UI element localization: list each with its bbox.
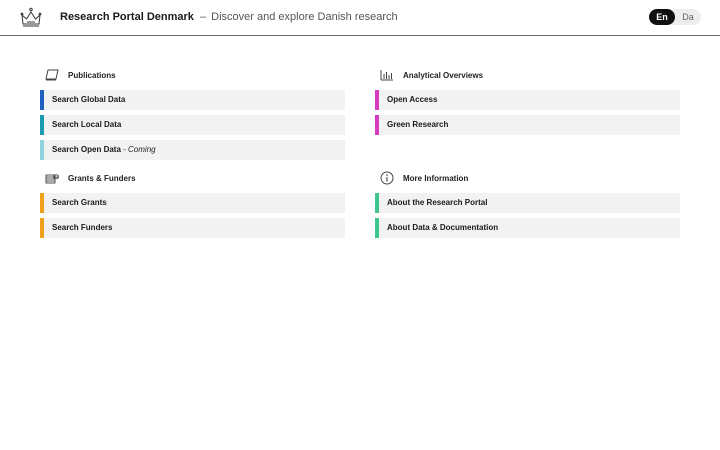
link-label: Open Access [387, 95, 438, 104]
section-header-grants: Grants & Funders [40, 169, 345, 187]
link-label: Green Research [387, 120, 449, 129]
left-column: Publications Search Global Data Search L… [40, 66, 345, 243]
money-stack-icon [44, 170, 60, 186]
link-open-access[interactable]: Open Access [375, 90, 680, 110]
link-label: Search Local Data [52, 120, 122, 129]
section-title-grants: Grants & Funders [68, 173, 136, 183]
accent-bar [375, 90, 379, 110]
accent-bar [375, 115, 379, 135]
site-brand[interactable]: Research Portal Denmark – Discover and e… [60, 11, 398, 23]
link-label: Search Grants [52, 198, 107, 207]
section-title-publications: Publications [68, 70, 116, 80]
site-title: Research Portal Denmark [60, 11, 194, 23]
accent-bar [375, 218, 379, 238]
section-title-analytical: Analytical Overviews [403, 70, 484, 80]
section-header-info: More Information [375, 169, 680, 187]
link-search-open-data[interactable]: Search Open Data - Coming [40, 140, 345, 160]
site-tagline: Discover and explore Danish research [211, 11, 398, 23]
link-search-local-data[interactable]: Search Local Data [40, 115, 345, 135]
link-green-research[interactable]: Green Research [375, 115, 680, 135]
link-label: About the Research Portal [387, 198, 488, 207]
accent-bar [40, 90, 44, 110]
accent-bar [375, 193, 379, 213]
accent-bar [40, 193, 44, 213]
language-option-da[interactable]: Da [675, 9, 701, 25]
accent-bar [40, 140, 44, 160]
link-label: Search Open Data [52, 145, 121, 154]
title-separator: – [199, 11, 207, 23]
accent-bar [40, 218, 44, 238]
link-label: Search Global Data [52, 95, 126, 104]
link-about-portal[interactable]: About the Research Portal [375, 193, 680, 213]
accent-bar [40, 115, 44, 135]
link-label: About Data & Documentation [387, 223, 499, 232]
right-column: Analytical Overviews Open Access Green R… [375, 66, 680, 243]
link-label: Search Funders [52, 223, 113, 232]
bar-chart-icon [379, 67, 395, 83]
link-search-grants[interactable]: Search Grants [40, 193, 345, 213]
section-header-analytical: Analytical Overviews [375, 66, 680, 84]
link-search-global-data[interactable]: Search Global Data [40, 90, 345, 110]
coming-soon-note: - Coming [120, 145, 156, 154]
crown-icon[interactable] [19, 6, 43, 30]
book-icon [44, 67, 60, 83]
section-header-publications: Publications [40, 66, 345, 84]
link-search-funders[interactable]: Search Funders [40, 218, 345, 238]
info-icon [379, 170, 395, 186]
link-about-data-documentation[interactable]: About Data & Documentation [375, 218, 680, 238]
section-title-info: More Information [403, 173, 469, 183]
top-header: Research Portal Denmark – Discover and e… [0, 0, 720, 36]
language-switcher: En Da [649, 9, 701, 25]
language-option-en[interactable]: En [649, 9, 675, 25]
